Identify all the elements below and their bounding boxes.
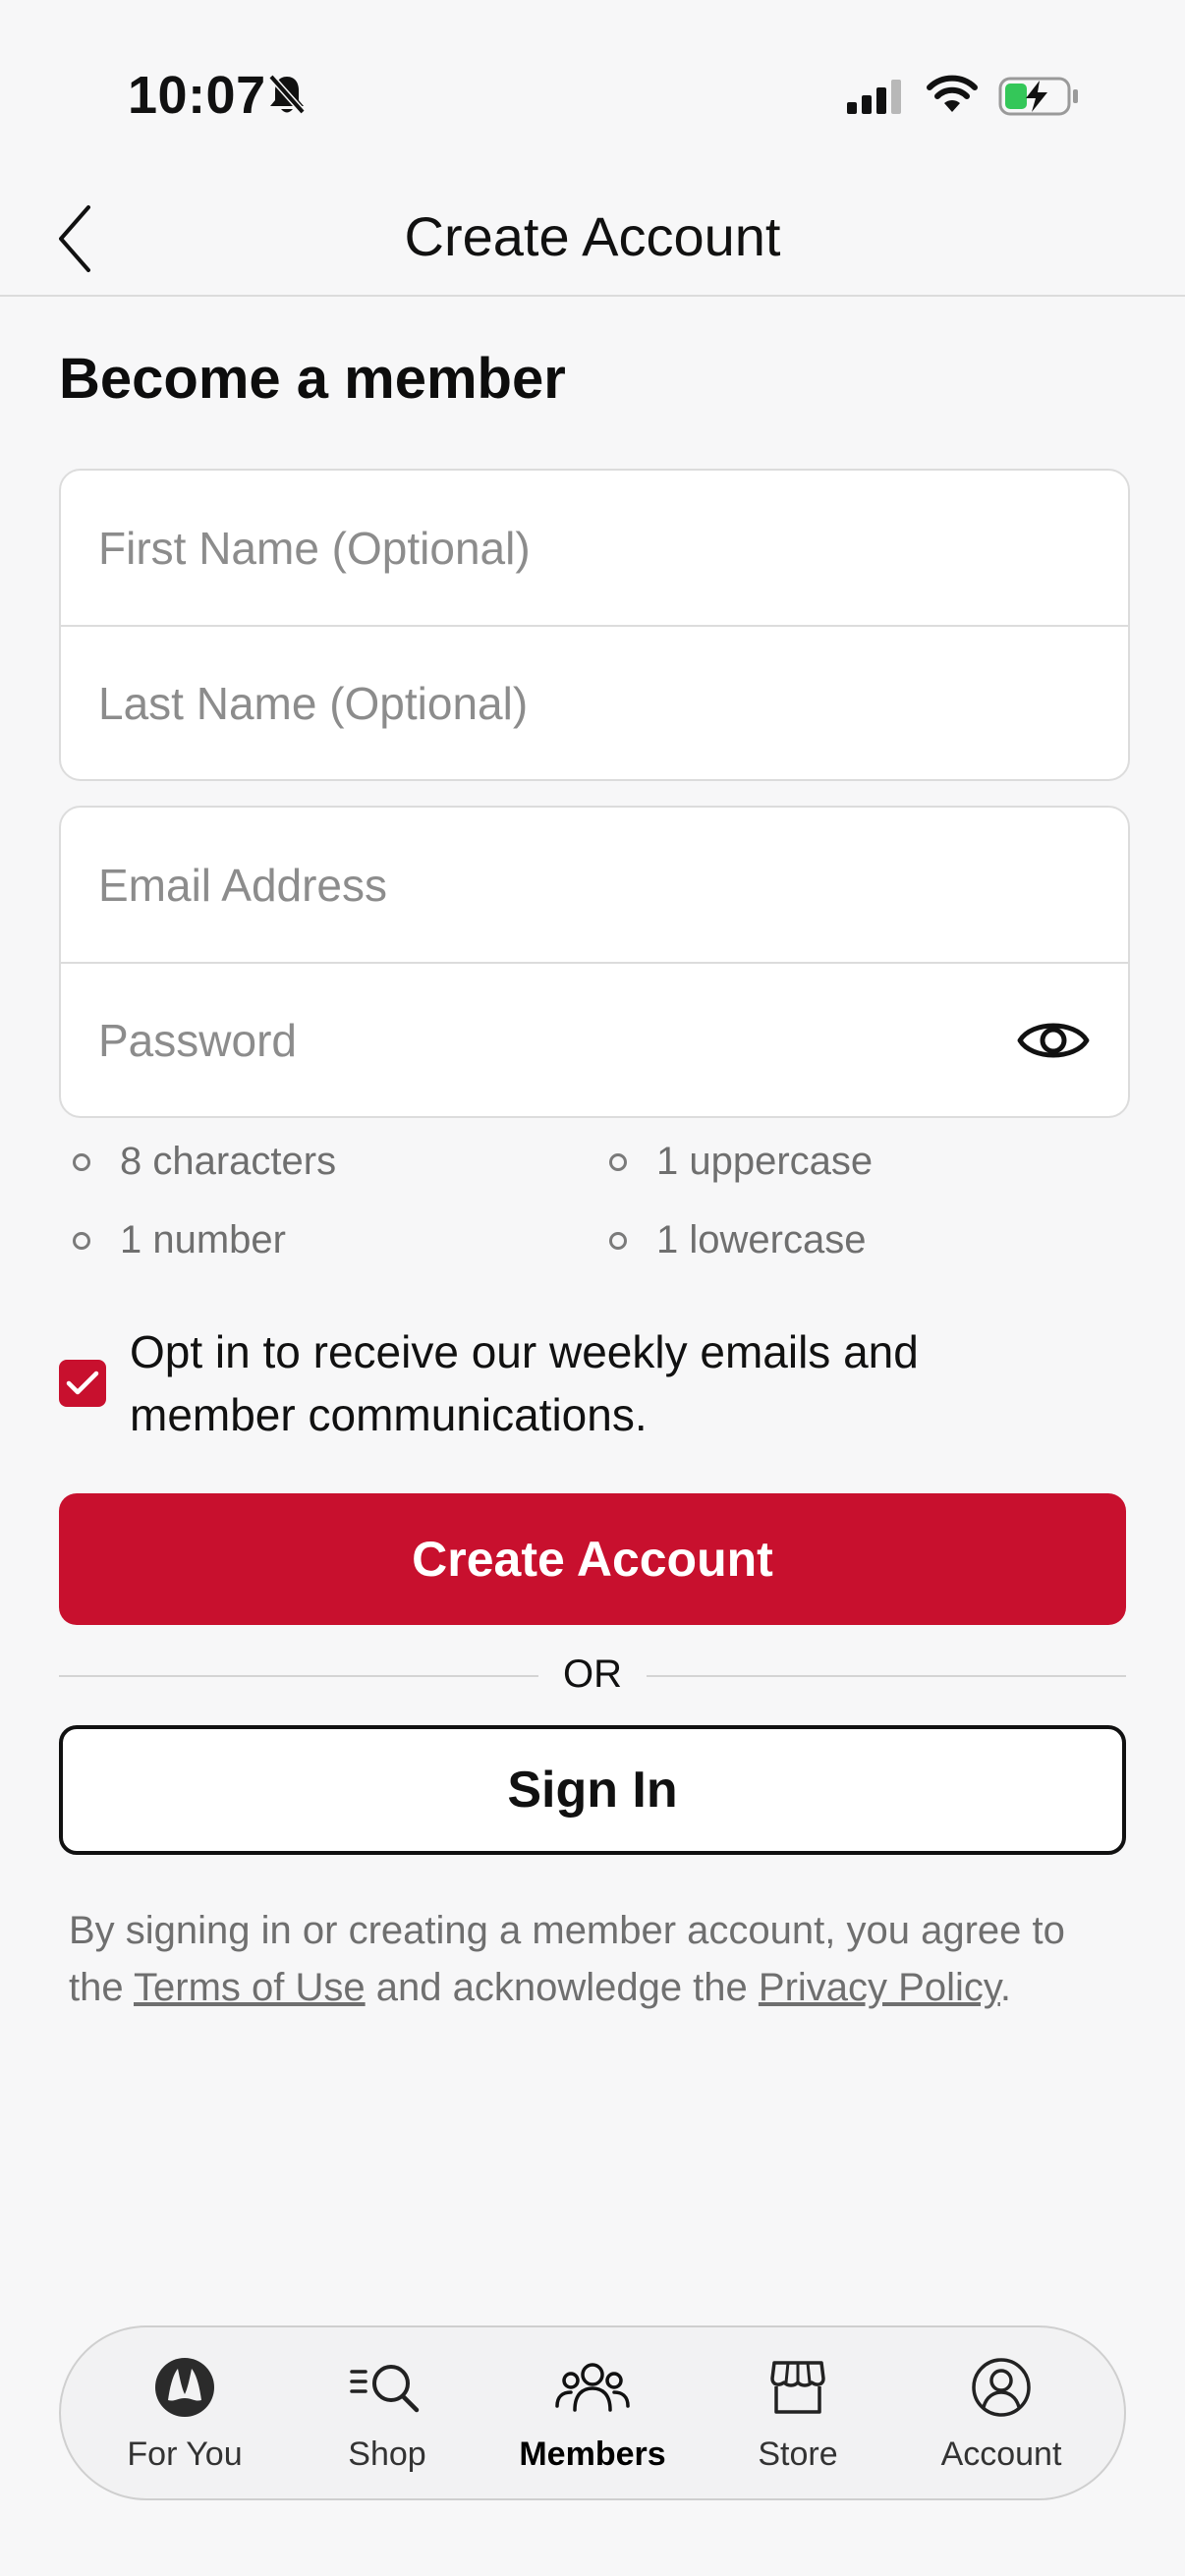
page-title: Create Account bbox=[404, 205, 781, 267]
tab-account[interactable]: Account bbox=[903, 2353, 1100, 2481]
last-name-input[interactable] bbox=[96, 675, 985, 731]
email-field-row bbox=[61, 808, 1128, 962]
tab-label: Store bbox=[758, 2436, 838, 2473]
create-account-button[interactable]: Create Account bbox=[59, 1493, 1126, 1625]
navigation-header: Create Account bbox=[0, 187, 1185, 297]
tab-shop[interactable]: Shop bbox=[289, 2353, 485, 2481]
rule-indicator-icon bbox=[609, 1152, 627, 1171]
password-rule: 1 uppercase bbox=[609, 1140, 873, 1184]
password-rule-label: 1 uppercase bbox=[656, 1140, 874, 1183]
password-rule-label: 1 lowercase bbox=[656, 1218, 867, 1261]
bottom-tab-bar: For You Shop Members Store Account bbox=[59, 2325, 1126, 2500]
password-requirements: 8 characters 1 uppercase 1 number 1 lowe… bbox=[73, 1140, 1104, 1287]
cellular-signal-icon bbox=[847, 79, 906, 119]
section-title: Become a member bbox=[59, 347, 566, 411]
legal-suffix: . bbox=[999, 1966, 1012, 2009]
eye-icon bbox=[1017, 1023, 1090, 1058]
sign-in-button[interactable]: Sign In bbox=[59, 1725, 1126, 1855]
rule-indicator-icon bbox=[73, 1152, 90, 1171]
privacy-policy-link[interactable]: Privacy Policy bbox=[759, 1966, 1000, 2009]
rule-indicator-icon bbox=[73, 1231, 90, 1250]
credentials-field-group bbox=[59, 806, 1130, 1118]
password-input[interactable] bbox=[96, 1012, 985, 1068]
tab-members[interactable]: Members bbox=[494, 2353, 691, 2481]
password-rule: 1 number bbox=[73, 1218, 286, 1262]
account-icon bbox=[903, 2353, 1100, 2422]
tab-for-you[interactable]: For You bbox=[86, 2353, 283, 2481]
shop-search-icon bbox=[289, 2353, 485, 2422]
bell-off-icon bbox=[267, 73, 307, 121]
opt-in-checkbox[interactable] bbox=[59, 1360, 106, 1407]
email-input[interactable] bbox=[96, 857, 985, 913]
password-rule-label: 8 characters bbox=[120, 1140, 337, 1183]
or-divider: OR bbox=[59, 1647, 1126, 1706]
lululemon-logo-icon bbox=[86, 2353, 283, 2422]
password-rule: 1 lowercase bbox=[609, 1218, 866, 1262]
password-rule: 8 characters bbox=[73, 1140, 336, 1184]
terms-of-use-link[interactable]: Terms of Use bbox=[134, 1966, 366, 2009]
opt-in-label: Opt in to receive our weekly emails and … bbox=[130, 1326, 919, 1440]
tab-label: Members bbox=[519, 2436, 666, 2473]
tab-label: For You bbox=[127, 2436, 243, 2473]
store-icon bbox=[700, 2353, 896, 2422]
battery-charging-icon bbox=[998, 77, 1081, 121]
rule-indicator-icon bbox=[609, 1231, 627, 1250]
password-rule-label: 1 number bbox=[120, 1218, 286, 1261]
legal-middle: and acknowledge the bbox=[365, 1966, 759, 2009]
status-time: 10:07 bbox=[128, 66, 266, 125]
wifi-icon bbox=[926, 73, 979, 119]
tab-label: Shop bbox=[348, 2436, 426, 2473]
members-icon bbox=[494, 2353, 691, 2422]
tab-label: Account bbox=[940, 2436, 1062, 2473]
legal-notice: By signing in or creating a member accou… bbox=[69, 1902, 1130, 2016]
divider-line bbox=[647, 1675, 1126, 1677]
checkmark-icon bbox=[66, 1371, 99, 1395]
first-name-field-row bbox=[61, 471, 1128, 625]
last-name-field-row bbox=[61, 625, 1128, 779]
password-field-row bbox=[61, 962, 1128, 1116]
first-name-input[interactable] bbox=[96, 520, 985, 576]
show-password-button[interactable] bbox=[1014, 1003, 1093, 1078]
status-bar: 10:07 bbox=[0, 0, 1185, 187]
tab-store[interactable]: Store bbox=[700, 2353, 896, 2481]
name-field-group bbox=[59, 469, 1130, 781]
